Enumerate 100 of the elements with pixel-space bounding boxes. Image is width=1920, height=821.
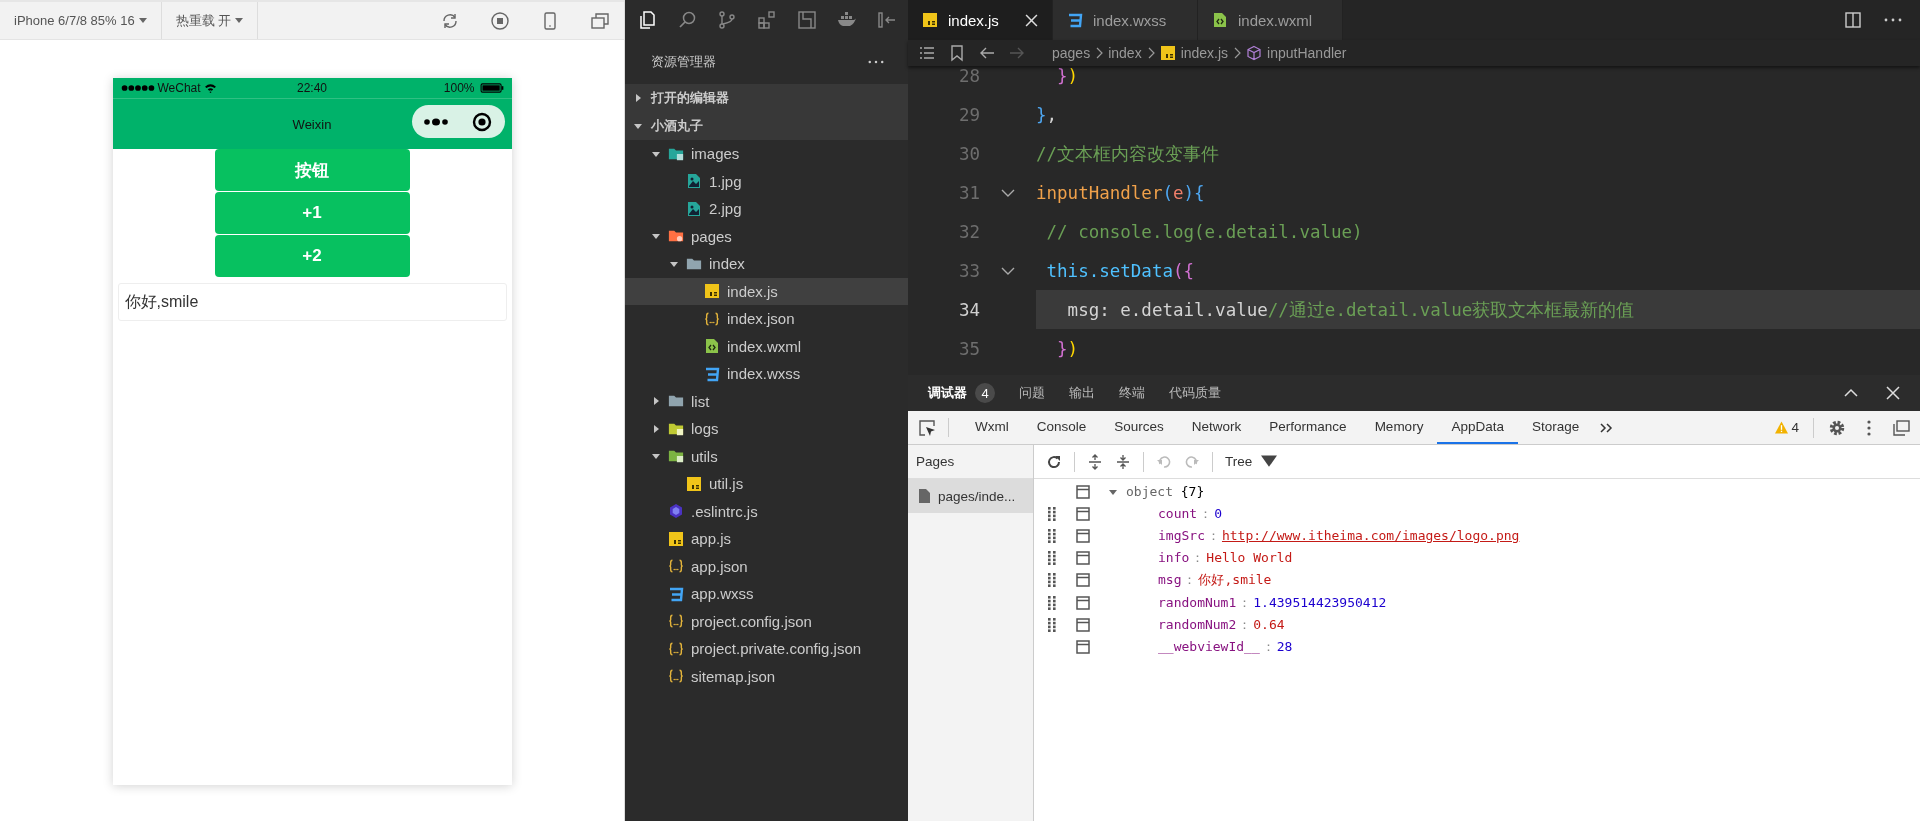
settings-icon[interactable]: [1828, 418, 1846, 437]
file-tree-item[interactable]: images: [625, 140, 908, 168]
drag-handle-icon[interactable]: [1046, 595, 1058, 610]
disclosure-triangle-icon[interactable]: [633, 121, 643, 131]
devtools-tab[interactable]: Storage: [1517, 411, 1594, 444]
file-tree-item[interactable]: app.wxss: [625, 580, 908, 608]
page-item[interactable]: pages/inde...: [908, 479, 1033, 513]
windows-icon[interactable]: [590, 10, 610, 31]
file-tree-item[interactable]: pages: [625, 222, 908, 250]
drag-handle-icon[interactable]: [1046, 617, 1058, 632]
row-box-icon[interactable]: [1076, 595, 1090, 610]
collapse-icon[interactable]: [1115, 453, 1131, 470]
inspect-icon[interactable]: [918, 418, 936, 437]
text-input[interactable]: 你好,smile: [117, 283, 507, 321]
section-header[interactable]: 打开的编辑器: [625, 84, 908, 112]
fold-chevron-icon[interactable]: [1001, 187, 1015, 198]
url-link[interactable]: http://www.itheima.com/images/logo.png: [1221, 525, 1520, 548]
file-tree-item[interactable]: logs: [625, 415, 908, 443]
device-selector[interactable]: iPhone 6/7/8 85% 16: [0, 2, 162, 39]
row-box-icon[interactable]: [1076, 551, 1090, 566]
blocks-icon[interactable]: [757, 10, 777, 30]
devtools-tab[interactable]: Sources: [1100, 411, 1178, 444]
panel-tab[interactable]: 调试器 4: [928, 383, 995, 403]
file-tree-item[interactable]: .eslintrc.js: [625, 497, 908, 525]
devtools-tab[interactable]: Console: [1022, 411, 1101, 444]
devtools-tab[interactable]: Wxml: [961, 411, 1023, 444]
branch-icon[interactable]: [717, 10, 737, 30]
file-tree-item[interactable]: app.json: [625, 552, 908, 580]
capsule-menu[interactable]: [411, 105, 505, 138]
editor-tab[interactable]: index.wxss: [1053, 0, 1198, 40]
file-tree-item[interactable]: index.wxml: [625, 332, 908, 360]
file-tree-item[interactable]: index.wxss: [625, 360, 908, 388]
bookmark-icon[interactable]: [948, 44, 966, 62]
file-tree-item[interactable]: index: [625, 250, 908, 278]
stop-icon[interactable]: [490, 10, 510, 31]
section-header[interactable]: 小酒丸子: [625, 112, 908, 140]
file-tree-item[interactable]: utils: [625, 442, 908, 470]
devtools-tab[interactable]: AppData: [1437, 411, 1518, 444]
devtools-tab[interactable]: Network: [1177, 411, 1256, 444]
editor-tab[interactable]: index.wxml: [1198, 0, 1343, 40]
dock-icon[interactable]: [1892, 418, 1910, 437]
close-icon[interactable]: [1025, 13, 1038, 27]
devtools-tab[interactable]: Memory: [1360, 411, 1438, 444]
devtools-tab[interactable]: Performance: [1255, 411, 1361, 444]
drag-handle-icon[interactable]: [1046, 529, 1058, 544]
file-tree-item[interactable]: index.js: [625, 277, 908, 305]
key-separator: ：: [1191, 549, 1205, 568]
disclosure-triangle-icon[interactable]: [651, 396, 661, 407]
more-tabs-icon[interactable]: [1599, 420, 1614, 435]
file-tree-item[interactable]: index.json: [625, 305, 908, 333]
layout-icon[interactable]: [797, 10, 817, 30]
file-tree-item[interactable]: project.private.config.json: [625, 635, 908, 663]
data-key: imgSrc: [1158, 525, 1205, 548]
view-mode-dropdown[interactable]: Tree: [1225, 453, 1278, 470]
data-key: info: [1158, 547, 1190, 570]
carrier-label: WeChat: [157, 81, 201, 95]
breadcrumb-item[interactable]: pages: [1052, 45, 1091, 61]
row-box-icon[interactable]: [1076, 529, 1090, 544]
drag-handle-icon[interactable]: [1046, 507, 1058, 522]
row-box-icon[interactable]: [1076, 617, 1090, 632]
warning-count[interactable]: 4: [1775, 420, 1799, 435]
disclosure-triangle-icon[interactable]: [651, 423, 661, 434]
file-tree-item[interactable]: sitemap.json: [625, 662, 908, 690]
row-box-icon[interactable]: [1076, 639, 1090, 654]
breadcrumb-item[interactable]: index.js: [1159, 45, 1229, 61]
row-box-icon[interactable]: [1076, 507, 1090, 522]
fold-chevron-icon[interactable]: [1001, 265, 1015, 276]
collapse-panel-icon[interactable]: [877, 10, 897, 30]
panel-tab[interactable]: 问题: [1019, 384, 1045, 402]
drag-handle-icon[interactable]: [1046, 551, 1058, 566]
hot-reload-selector[interactable]: 热重载 开: [161, 2, 259, 39]
editor-tab[interactable]: index.js: [908, 0, 1053, 40]
split-editor-icon[interactable]: [1844, 11, 1862, 29]
row-box-icon[interactable]: [1076, 573, 1090, 588]
files-icon[interactable]: [637, 10, 657, 30]
breadcrumb-item[interactable]: inputHandler: [1246, 45, 1347, 61]
key-separator: ：: [1206, 527, 1220, 546]
search-icon[interactable]: [677, 10, 697, 30]
panel-tab[interactable]: 代码质量: [1169, 384, 1221, 402]
data-value: Hello World: [1206, 549, 1293, 568]
file-tree-item[interactable]: 2.jpg: [625, 195, 908, 223]
file-tree-item[interactable]: util.js: [625, 470, 908, 498]
breadcrumb-item[interactable]: index: [1108, 45, 1142, 61]
code-line: this.setData({: [1045, 259, 1196, 283]
drag-handle-icon[interactable]: [1046, 573, 1058, 588]
file-tree-item[interactable]: app.js: [625, 525, 908, 553]
panel-tab[interactable]: 终端: [1119, 384, 1145, 402]
disclosure-triangle-icon[interactable]: [633, 93, 643, 103]
tree-root-label[interactable]: object {7}: [1126, 481, 1205, 504]
list-icon[interactable]: [918, 44, 936, 62]
more-icon[interactable]: [868, 60, 884, 64]
panel-tab[interactable]: 输出: [1069, 384, 1095, 402]
expand-icon[interactable]: [1087, 453, 1103, 470]
file-tree-item[interactable]: list: [625, 387, 908, 415]
js-file-icon: [686, 475, 702, 492]
refresh-icon[interactable]: [1046, 453, 1062, 470]
row-box-icon[interactable]: [1076, 485, 1090, 500]
file-tree-item[interactable]: project.config.json: [625, 607, 908, 635]
file-tree-item[interactable]: 1.jpg: [625, 167, 908, 195]
close-icon[interactable]: [1886, 386, 1900, 400]
